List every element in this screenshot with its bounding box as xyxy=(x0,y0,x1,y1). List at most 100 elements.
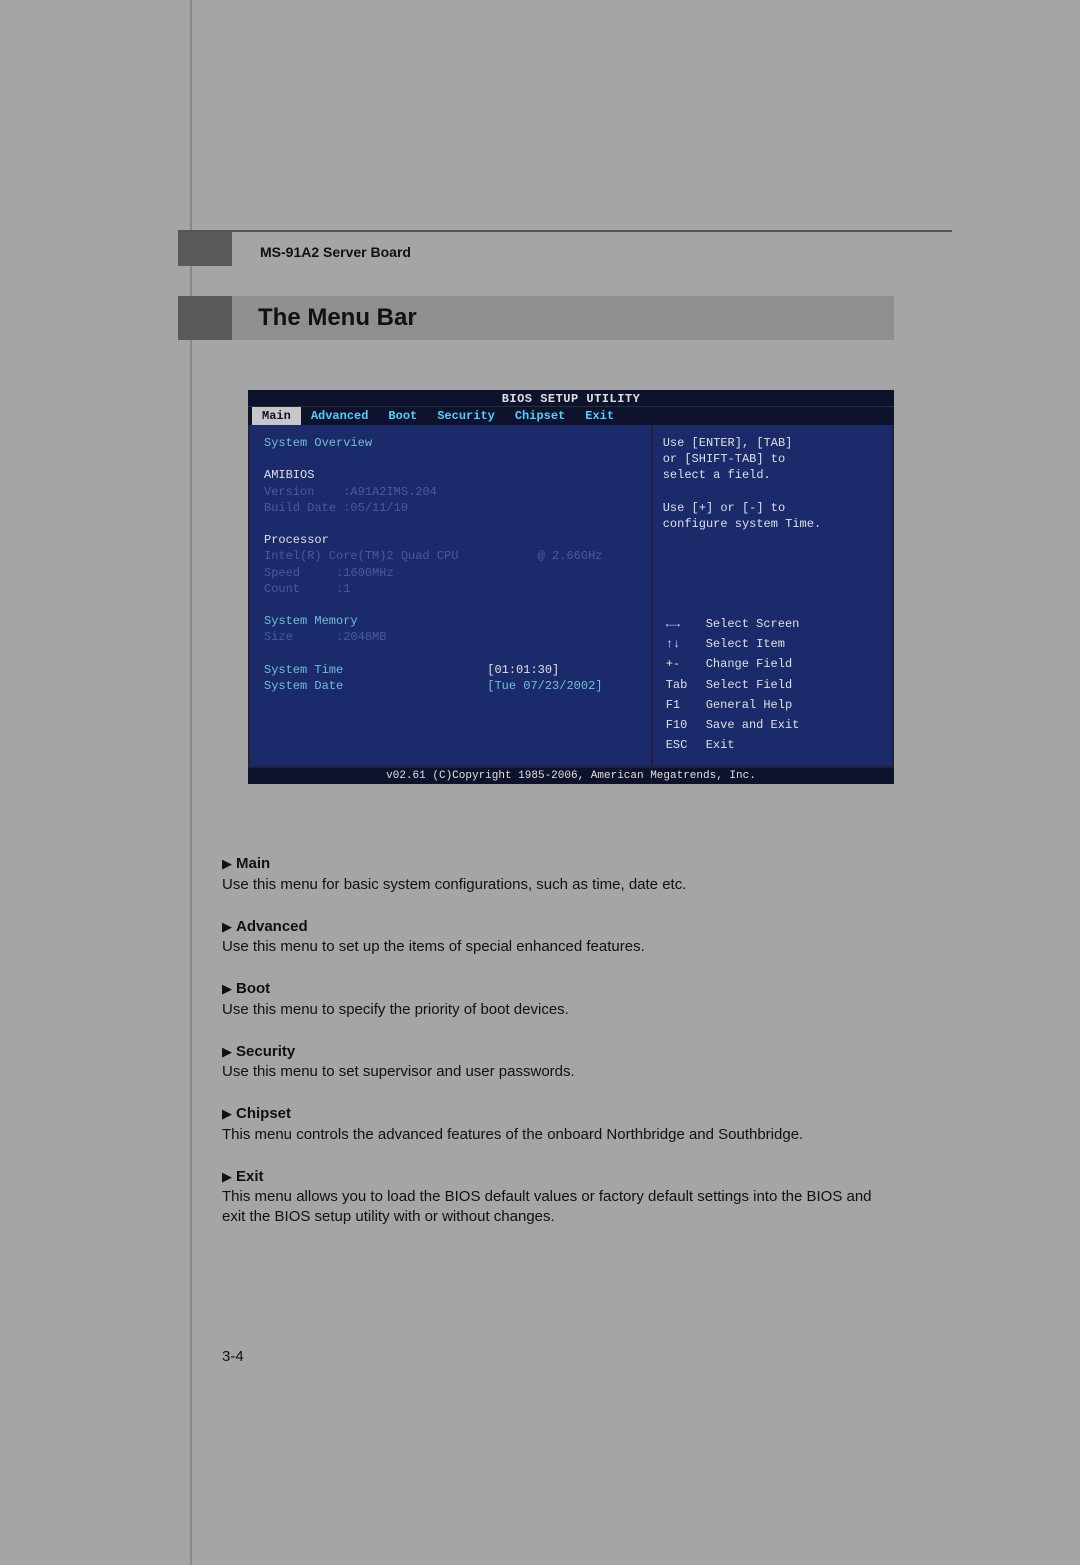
nav-row: F10Save and Exit xyxy=(665,716,801,734)
nav-row: TabSelect Field xyxy=(665,676,801,694)
nav-row: F1General Help xyxy=(665,696,801,714)
cpu-row: Intel(R) Core(TM)2 Quad CPU @ 2.66GHz xyxy=(264,548,637,564)
desc-advanced: ▶ Advanced Use this menu to set up the it… xyxy=(222,917,894,958)
desc-title: Boot xyxy=(236,980,270,997)
nav-key-table: ←→Select Screen ↑↓Select Item +-Change F… xyxy=(663,613,803,756)
desc-text: Use this menu to specify the priority of… xyxy=(222,1001,569,1018)
nav-label: Select Field xyxy=(705,676,801,694)
help-line: select a field. xyxy=(663,467,882,483)
count-row: Count :1 xyxy=(264,581,637,597)
date-value: [Tue 07/23/2002] xyxy=(487,679,602,693)
desc-text: This menu allows you to load the BIOS de… xyxy=(222,1188,872,1225)
build-value: :05/11/10 xyxy=(343,501,408,515)
help-line: configure system Time. xyxy=(663,516,882,532)
nav-key: Tab xyxy=(665,676,703,694)
version-row: Version :A91A2IMS.204 xyxy=(264,484,637,500)
nav-key: F1 xyxy=(665,696,703,714)
desc-title: Chipset xyxy=(236,1105,291,1122)
header-bar: MS-91A2 Server Board xyxy=(178,230,952,266)
bios-title: BIOS SETUP UTILITY xyxy=(248,390,894,406)
arrow-icon: ▶ xyxy=(222,919,232,934)
nav-label: Save and Exit xyxy=(705,716,801,734)
processor-label: Processor xyxy=(264,532,637,548)
desc-security: ▶ Security Use this menu to set superviso… xyxy=(222,1042,894,1083)
desc-exit: ▶ Exit This menu allows you to load the B… xyxy=(222,1167,894,1228)
bios-body: System Overview AMIBIOS Version :A91A2IM… xyxy=(248,425,894,768)
size-value: :2048MB xyxy=(336,630,386,644)
overview-heading: System Overview xyxy=(264,435,637,451)
build-label: Build Date xyxy=(264,501,336,515)
help-line: or [SHIFT-TAB] to xyxy=(663,451,882,467)
section-title: The Menu Bar xyxy=(232,296,894,340)
bios-tab-exit[interactable]: Exit xyxy=(575,407,624,425)
nav-key: ←→ xyxy=(665,615,703,633)
speed-value: :1600MHz xyxy=(336,566,394,580)
cpu-name: Intel(R) Core(TM)2 Quad CPU xyxy=(264,549,458,563)
nav-row: +-Change Field xyxy=(665,655,801,673)
section-accent xyxy=(178,296,232,340)
bios-side-panel: Use [ENTER], [TAB] or [SHIFT-TAB] to sel… xyxy=(653,425,892,766)
arrow-icon: ▶ xyxy=(222,1044,232,1059)
version-label: Version xyxy=(264,485,314,499)
size-row: Size :2048MB xyxy=(264,629,637,645)
arrow-icon: ▶ xyxy=(222,856,232,871)
page-number: 3-4 xyxy=(222,1348,952,1365)
desc-text: Use this menu for basic system configura… xyxy=(222,876,686,893)
help-line: Use [+] or [-] to xyxy=(663,500,882,516)
nav-row: ←→Select Screen xyxy=(665,615,801,633)
arrow-icon: ▶ xyxy=(222,1106,232,1121)
memory-label: System Memory xyxy=(264,613,637,629)
version-value: :A91A2IMS.204 xyxy=(343,485,437,499)
nav-label: Exit xyxy=(705,736,801,754)
nav-key: +- xyxy=(665,655,703,673)
time-label: System Time xyxy=(264,663,343,677)
amibios-label: AMIBIOS xyxy=(264,467,637,483)
bios-tab-main[interactable]: Main xyxy=(252,407,301,425)
header-accent xyxy=(178,232,232,266)
nav-label: General Help xyxy=(705,696,801,714)
count-value: :1 xyxy=(336,582,350,596)
bios-screenshot: BIOS SETUP UTILITY Main Advanced Boot Se… xyxy=(248,390,894,784)
desc-text: This menu controls the advanced features… xyxy=(222,1126,803,1143)
speed-row: Speed :1600MHz xyxy=(264,565,637,581)
nav-label: Select Item xyxy=(705,635,801,653)
nav-row: ↑↓Select Item xyxy=(665,635,801,653)
help-line: Use [ENTER], [TAB] xyxy=(663,435,882,451)
desc-boot: ▶ Boot Use this menu to specify the prior… xyxy=(222,979,894,1020)
bios-tab-boot[interactable]: Boot xyxy=(378,407,427,425)
section-title-row: The Menu Bar xyxy=(178,296,952,340)
desc-title: Main xyxy=(236,855,270,872)
arrow-icon: ▶ xyxy=(222,981,232,996)
bios-tab-bar: Main Advanced Boot Security Chipset Exit xyxy=(248,406,894,425)
size-label: Size xyxy=(264,630,293,644)
nav-label: Select Screen xyxy=(705,615,801,633)
desc-title: Security xyxy=(236,1043,295,1060)
nav-label: Change Field xyxy=(705,655,801,673)
date-row[interactable]: System Date [Tue 07/23/2002] xyxy=(264,678,637,694)
desc-text: Use this menu to set up the items of spe… xyxy=(222,938,645,955)
menu-descriptions: ▶ Main Use this menu for basic system con… xyxy=(222,854,894,1227)
build-row: Build Date :05/11/10 xyxy=(264,500,637,516)
count-label: Count xyxy=(264,582,300,596)
bios-main-panel: System Overview AMIBIOS Version :A91A2IM… xyxy=(250,425,653,766)
bios-tab-security[interactable]: Security xyxy=(427,407,505,425)
bios-footer: v02.61 (C)Copyright 1985-2006, American … xyxy=(248,768,894,784)
bios-tab-advanced[interactable]: Advanced xyxy=(301,407,379,425)
nav-row: ESCExit xyxy=(665,736,801,754)
nav-key: F10 xyxy=(665,716,703,734)
nav-key: ESC xyxy=(665,736,703,754)
desc-main: ▶ Main Use this menu for basic system con… xyxy=(222,854,894,895)
desc-text: Use this menu to set supervisor and user… xyxy=(222,1063,575,1080)
desc-title: Advanced xyxy=(236,918,308,935)
board-name: MS-91A2 Server Board xyxy=(260,238,411,260)
bios-tab-chipset[interactable]: Chipset xyxy=(505,407,575,425)
desc-chipset: ▶ Chipset This menu controls the advanced… xyxy=(222,1104,894,1145)
time-row[interactable]: System Time [01:01:30] xyxy=(264,662,637,678)
arrow-icon: ▶ xyxy=(222,1169,232,1184)
desc-title: Exit xyxy=(236,1168,264,1185)
time-value: [01:01:30] xyxy=(487,663,559,677)
page-container: MS-91A2 Server Board The Menu Bar BIOS S… xyxy=(190,0,952,1565)
cpu-freq: @ 2.66GHz xyxy=(538,549,603,563)
nav-key: ↑↓ xyxy=(665,635,703,653)
date-label: System Date xyxy=(264,679,343,693)
